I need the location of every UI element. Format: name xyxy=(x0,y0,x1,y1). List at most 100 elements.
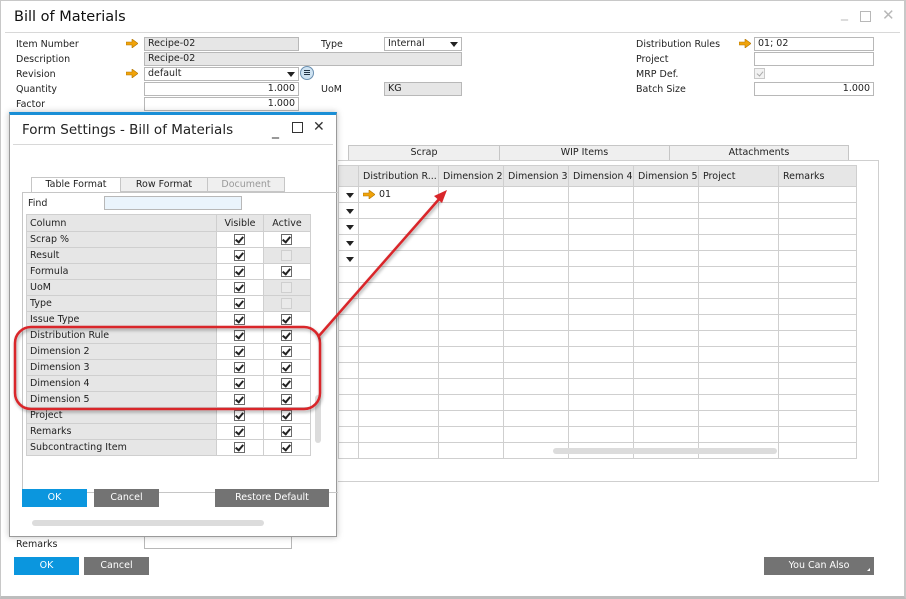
grid-cell[interactable] xyxy=(633,234,699,251)
active-checkbox[interactable] xyxy=(281,314,292,325)
visible-checkbox[interactable] xyxy=(234,314,245,325)
grid-cell[interactable] xyxy=(568,250,634,267)
grid-cell[interactable] xyxy=(778,410,857,427)
columns-vertical-scrollbar[interactable] xyxy=(315,395,321,443)
row-selector[interactable] xyxy=(338,314,359,331)
grid-column-header[interactable]: Remarks xyxy=(778,165,857,187)
active-checkbox[interactable] xyxy=(281,330,292,341)
grid-cell[interactable] xyxy=(438,266,504,283)
visible-checkbox[interactable] xyxy=(234,330,245,341)
grid-cell[interactable] xyxy=(438,394,504,411)
grid-cell[interactable] xyxy=(503,218,569,235)
chevron-down-icon[interactable] xyxy=(346,193,354,198)
grid-cell[interactable] xyxy=(778,202,857,219)
grid-cell[interactable] xyxy=(503,282,569,299)
visible-checkbox[interactable] xyxy=(234,442,245,453)
row-selector[interactable] xyxy=(338,362,359,379)
grid-cell[interactable] xyxy=(503,298,569,315)
grid-cell[interactable] xyxy=(778,346,857,363)
grid-cell[interactable] xyxy=(358,394,439,411)
grid-cell[interactable] xyxy=(438,202,504,219)
visible-checkbox[interactable] xyxy=(234,298,245,309)
item-number-field[interactable]: Recipe-02 xyxy=(144,37,299,51)
grid-cell[interactable] xyxy=(778,298,857,315)
dialog-ok-button[interactable]: OK xyxy=(22,489,87,507)
grid-column-header[interactable]: Project xyxy=(698,165,779,187)
grid-cell[interactable]: 01 xyxy=(358,186,439,203)
grid-column-header[interactable]: Distribution R... xyxy=(358,165,439,187)
grid-cell[interactable] xyxy=(633,250,699,267)
visible-checkbox[interactable] xyxy=(234,234,245,245)
active-checkbox[interactable] xyxy=(281,394,292,405)
grid-cell[interactable] xyxy=(633,410,699,427)
grid-cell[interactable] xyxy=(778,314,857,331)
active-checkbox[interactable] xyxy=(281,234,292,245)
grid-cell[interactable] xyxy=(358,330,439,347)
grid-cell[interactable] xyxy=(358,266,439,283)
grid-cell[interactable] xyxy=(633,346,699,363)
grid-cell[interactable] xyxy=(698,394,779,411)
grid-cell[interactable] xyxy=(568,282,634,299)
active-checkbox[interactable] xyxy=(281,346,292,357)
grid-cell[interactable] xyxy=(568,202,634,219)
grid-row[interactable] xyxy=(338,330,857,347)
link-arrow-icon[interactable] xyxy=(126,39,138,48)
grid-row[interactable] xyxy=(338,202,857,219)
row-selector[interactable] xyxy=(338,202,359,219)
grid-cell[interactable] xyxy=(778,394,857,411)
grid-cell[interactable] xyxy=(633,298,699,315)
grid-cell[interactable] xyxy=(568,298,634,315)
grid-cell[interactable] xyxy=(778,250,857,267)
grid-cell[interactable] xyxy=(568,378,634,395)
link-arrow-icon[interactable] xyxy=(739,39,751,48)
distribution-rules-field[interactable]: 01; 02 xyxy=(754,37,874,51)
row-selector[interactable] xyxy=(338,330,359,347)
active-checkbox[interactable] xyxy=(281,442,292,453)
grid-row[interactable] xyxy=(338,250,857,267)
visible-checkbox[interactable] xyxy=(234,346,245,357)
grid-row[interactable] xyxy=(338,378,857,395)
grid-cell[interactable] xyxy=(778,186,857,203)
revision-dropdown[interactable]: default xyxy=(144,67,299,81)
type-dropdown[interactable]: Internal xyxy=(384,37,462,51)
active-checkbox[interactable] xyxy=(281,362,292,373)
grid-cell[interactable] xyxy=(568,234,634,251)
grid-cell[interactable] xyxy=(698,362,779,379)
grid-cell[interactable] xyxy=(698,266,779,283)
row-selector[interactable] xyxy=(338,250,359,267)
grid-cell[interactable] xyxy=(503,234,569,251)
grid-cell[interactable] xyxy=(698,202,779,219)
chevron-down-icon[interactable] xyxy=(346,225,354,230)
grid-cell[interactable] xyxy=(438,282,504,299)
grid-cell[interactable] xyxy=(438,186,504,203)
row-selector[interactable] xyxy=(338,426,359,443)
find-input[interactable] xyxy=(104,196,242,210)
grid-cell[interactable] xyxy=(358,314,439,331)
visible-checkbox[interactable] xyxy=(234,266,245,277)
grid-column-header[interactable]: Dimension 5 xyxy=(633,165,699,187)
visible-checkbox[interactable] xyxy=(234,394,245,405)
grid-cell[interactable] xyxy=(633,426,699,443)
chevron-down-icon[interactable] xyxy=(346,257,354,262)
row-selector[interactable] xyxy=(338,378,359,395)
grid-cell[interactable] xyxy=(438,362,504,379)
grid-column-header[interactable]: Dimension 2 xyxy=(438,165,504,187)
close-icon[interactable]: ✕ xyxy=(882,6,895,24)
grid-cell[interactable] xyxy=(698,250,779,267)
grid-cell[interactable] xyxy=(778,234,857,251)
active-checkbox[interactable] xyxy=(281,426,292,437)
grid-cell[interactable] xyxy=(698,330,779,347)
grid-cell[interactable] xyxy=(568,330,634,347)
visible-checkbox[interactable] xyxy=(234,378,245,389)
grid-cell[interactable] xyxy=(503,250,569,267)
grid-cell[interactable] xyxy=(698,298,779,315)
tab-attachments[interactable]: Attachments xyxy=(669,145,849,161)
visible-checkbox[interactable] xyxy=(234,362,245,373)
grid-cell[interactable] xyxy=(633,218,699,235)
grid-cell[interactable] xyxy=(633,378,699,395)
grid-cell[interactable] xyxy=(778,282,857,299)
grid-row[interactable] xyxy=(338,234,857,251)
visible-checkbox[interactable] xyxy=(234,250,245,261)
description-field[interactable]: Recipe-02 xyxy=(144,52,462,66)
grid-cell[interactable] xyxy=(503,362,569,379)
